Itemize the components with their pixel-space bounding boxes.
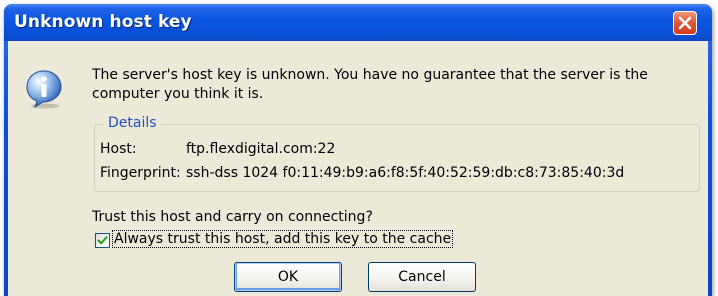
ok-button[interactable]: OK xyxy=(234,262,342,292)
dialog-body: The server's host key is unknown. You ha… xyxy=(8,41,708,296)
dialog-title: Unknown host key xyxy=(14,12,192,32)
close-button[interactable] xyxy=(673,11,697,35)
info-icon xyxy=(26,70,62,109)
title-bar[interactable]: Unknown host key xyxy=(4,4,712,41)
details-legend: Details xyxy=(104,115,161,131)
fingerprint-value: ssh-dss 1024 f0:11:49:b9:a6:f8:5f:40:52:… xyxy=(186,165,625,181)
details-groupbox xyxy=(94,124,700,192)
fingerprint-label: Fingerprint: xyxy=(100,165,181,181)
dialog-message: The server's host key is unknown. You ha… xyxy=(92,67,648,102)
always-trust-checkbox[interactable] xyxy=(95,233,110,248)
always-trust-label[interactable]: Always trust this host, add this key to … xyxy=(111,230,454,248)
trust-question: Trust this host and carry on connecting? xyxy=(92,209,373,225)
dialog-window: Unknown host key The server's host key i… xyxy=(4,4,712,296)
close-icon xyxy=(678,16,692,30)
host-label: Host: xyxy=(100,141,137,157)
checkmark-icon xyxy=(97,236,108,245)
host-value: ftp.flexdigital.com:22 xyxy=(186,141,336,157)
cancel-button[interactable]: Cancel xyxy=(368,262,476,292)
